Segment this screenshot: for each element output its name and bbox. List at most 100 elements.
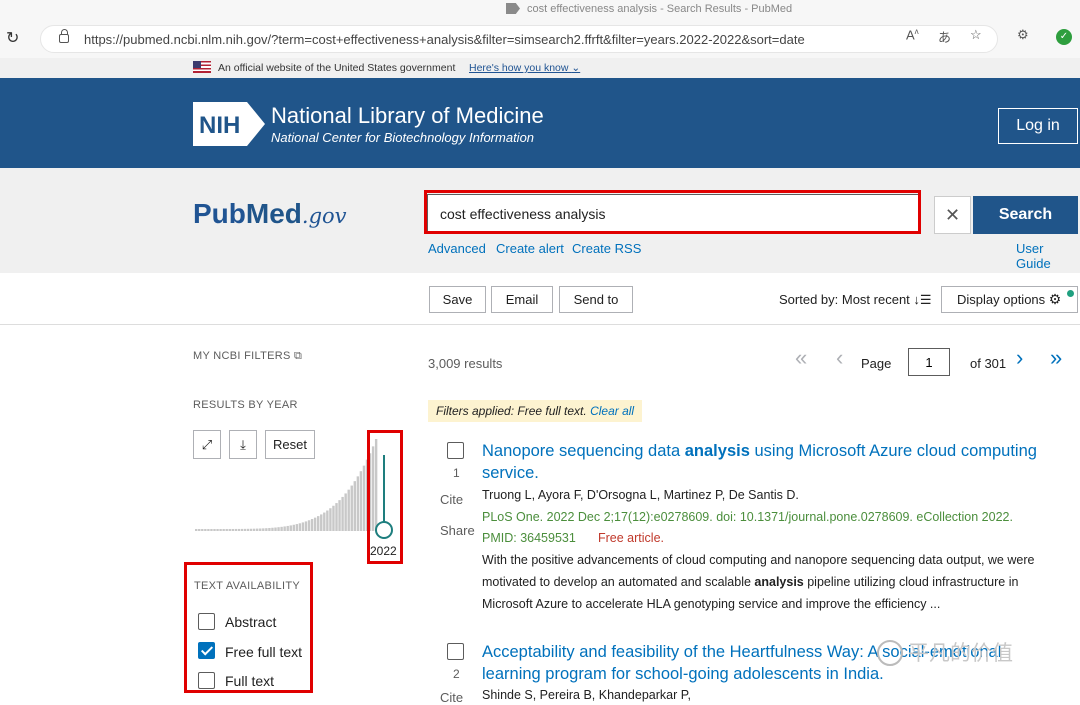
- result-1-title-keyword[interactable]: analysis: [685, 442, 750, 460]
- histogram-bar: [198, 529, 201, 531]
- external-link-icon[interactable]: ⧉: [294, 350, 302, 362]
- create-alert-link[interactable]: Create alert: [496, 241, 564, 256]
- histogram-bar: [344, 493, 347, 531]
- sort-label[interactable]: Sorted by: Most recent: [779, 292, 910, 307]
- histogram-bar: [246, 528, 250, 531]
- result-1-snippet-keyword: analysis: [754, 575, 804, 589]
- login-button[interactable]: Log in: [998, 108, 1078, 144]
- histogram-bar: [195, 529, 198, 531]
- search-button[interactable]: Search: [973, 196, 1078, 234]
- histogram-bar: [222, 528, 225, 531]
- full-text-checkbox[interactable]: [198, 672, 215, 689]
- create-rss-link[interactable]: Create RSS: [572, 241, 641, 256]
- histogram-bar: [298, 523, 302, 531]
- how-you-know-link[interactable]: Here's how you know ⌄: [469, 62, 580, 74]
- last-page-icon[interactable]: »: [1050, 345, 1062, 371]
- pubmed-logo-med: Med: [245, 198, 302, 229]
- free-full-text-checkbox[interactable]: [198, 642, 215, 659]
- histogram-bar: [234, 528, 238, 531]
- result-1-cite[interactable]: Cite: [440, 492, 463, 507]
- histogram-bar: [350, 485, 353, 531]
- result-1-number: 1: [453, 466, 460, 480]
- result-1-title-part[interactable]: Nanopore sequencing data: [482, 442, 685, 460]
- page-label: Page: [861, 356, 892, 371]
- histogram-bar: [326, 510, 329, 531]
- result-2-checkbox[interactable]: [447, 643, 464, 660]
- histogram-bar: [256, 528, 259, 531]
- histogram-bar: [292, 524, 295, 531]
- address-bar[interactable]: https://pubmed.ncbi.nlm.nih.gov/?term=co…: [40, 25, 998, 53]
- nih-logo[interactable]: NIH: [193, 102, 265, 146]
- display-options-button[interactable]: Display options ⚙: [941, 286, 1078, 313]
- histogram-bar: [249, 528, 253, 531]
- result-1-title[interactable]: Nanopore sequencing data analysis using …: [482, 440, 1042, 484]
- full-text-label[interactable]: Full text: [225, 673, 274, 689]
- histogram-bar: [213, 528, 216, 531]
- histogram-bar: [216, 528, 219, 531]
- histogram-bar: [353, 481, 356, 531]
- translate-icon[interactable]: あ: [938, 27, 951, 46]
- histogram-bar: [341, 496, 344, 531]
- results-by-year-heading: RESULTS BY YEAR: [193, 399, 298, 411]
- histogram-bar: [268, 527, 271, 531]
- how-you-know-label[interactable]: Here's how you know: [469, 62, 568, 74]
- my-ncbi-filters-heading[interactable]: MY NCBI FILTERS ⧉: [193, 350, 302, 363]
- clear-all-link[interactable]: Clear all: [590, 404, 634, 418]
- read-aloud-icon[interactable]: Aʌ: [906, 27, 919, 42]
- filters-applied-banner: Filters applied: Free full text. Clear a…: [428, 400, 643, 422]
- pubmed-logo[interactable]: PubMed.gov: [193, 198, 347, 230]
- extension-icon[interactable]: ⚙: [1017, 27, 1029, 43]
- result-2-cite[interactable]: Cite: [440, 690, 463, 705]
- page-number-input[interactable]: [908, 348, 950, 376]
- results-count: 3,009 results: [428, 356, 503, 371]
- email-button[interactable]: Email: [491, 286, 553, 313]
- save-button[interactable]: Save: [429, 286, 486, 313]
- extension-check-icon[interactable]: ✓: [1056, 29, 1072, 45]
- histogram-bar: [317, 516, 320, 531]
- histogram-bar: [359, 471, 363, 531]
- clear-search-icon[interactable]: ✕: [934, 196, 971, 234]
- histogram-bar: [323, 512, 326, 531]
- histogram-bar: [207, 528, 210, 531]
- reload-icon[interactable]: ↻: [6, 28, 19, 48]
- watermark-logo-icon: [877, 640, 903, 666]
- histogram-bar: [265, 528, 268, 531]
- result-1-share[interactable]: Share: [440, 523, 475, 538]
- histogram-bar: [231, 528, 234, 531]
- result-1-authors: Truong L, Ayora F, D'Orsogna L, Martinez…: [482, 488, 799, 502]
- abstract-checkbox[interactable]: [198, 613, 215, 630]
- lock-icon[interactable]: [59, 29, 69, 43]
- histogram-bar: [329, 508, 332, 531]
- result-1-pmid: PMID: 36459531: [482, 531, 576, 545]
- first-page-icon[interactable]: «: [795, 345, 807, 371]
- free-full-text-label[interactable]: Free full text: [225, 644, 302, 660]
- histogram-bar: [356, 476, 360, 531]
- user-guide-link[interactable]: User Guide: [1016, 241, 1080, 271]
- year-label: 2022: [370, 544, 397, 558]
- favorites-icon[interactable]: ☆: [970, 27, 982, 43]
- nlm-title[interactable]: National Library of Medicine: [271, 103, 544, 129]
- sort-selector[interactable]: Sorted by: Most recent ↓☰: [779, 292, 932, 308]
- chevron-down-icon: ⌄: [571, 62, 581, 74]
- next-page-icon[interactable]: ›: [1016, 345, 1023, 371]
- previous-page-icon[interactable]: ‹: [836, 345, 843, 371]
- sort-direction-icon[interactable]: ↓☰: [913, 292, 931, 307]
- histogram-bar: [310, 519, 314, 531]
- histogram-bar: [259, 528, 262, 531]
- advanced-link[interactable]: Advanced: [428, 241, 486, 256]
- my-ncbi-filters-label[interactable]: MY NCBI FILTERS: [193, 350, 291, 362]
- abstract-label[interactable]: Abstract: [225, 614, 276, 630]
- result-1-snippet: With the positive advancements of cloud …: [482, 549, 1052, 615]
- histogram-bar: [335, 503, 338, 531]
- url-text[interactable]: https://pubmed.ncbi.nlm.nih.gov/?term=co…: [84, 32, 805, 47]
- watermark-text: 平凡的价值: [908, 642, 1013, 665]
- result-1-checkbox[interactable]: [447, 442, 464, 459]
- search-highlight-box: [424, 190, 921, 234]
- year-slider-handle[interactable]: [375, 521, 393, 539]
- nlm-subtitle[interactable]: National Center for Biotechnology Inform…: [271, 130, 534, 145]
- year-histogram[interactable]: [195, 436, 395, 531]
- tab-title[interactable]: cost effectiveness analysis - Search Res…: [527, 3, 792, 15]
- send-to-button[interactable]: Send to: [559, 286, 633, 313]
- histogram-bar: [219, 528, 222, 531]
- nih-logo-text: NIH: [199, 112, 240, 139]
